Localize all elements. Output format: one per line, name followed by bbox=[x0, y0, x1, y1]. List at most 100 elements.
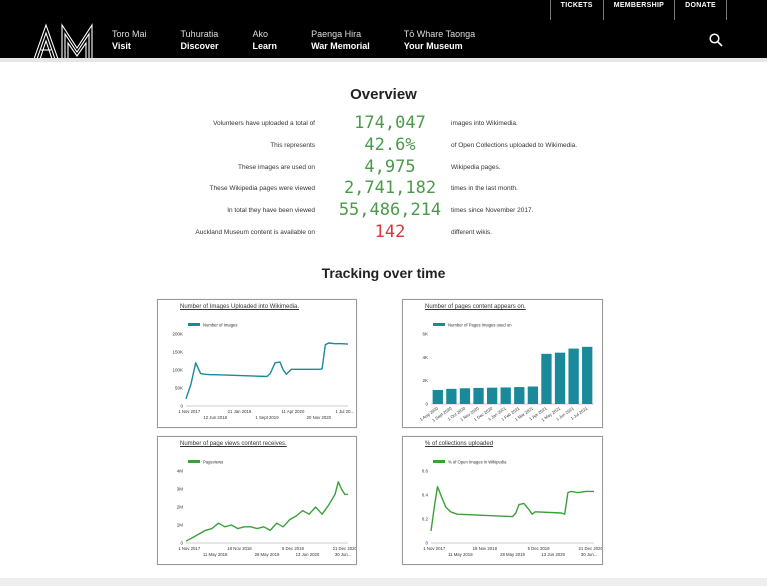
y-tick-label: 1M bbox=[177, 523, 184, 528]
stat-value: 4,975 bbox=[364, 157, 416, 177]
page-footer-strip bbox=[0, 578, 767, 586]
chart-svg: % of Open Images in Wikipedia 0 0.2 0.4 0.6 1… bbox=[422, 460, 602, 558]
legend-label: Pageviews bbox=[203, 460, 223, 465]
y-tick-label: 150K bbox=[172, 350, 183, 355]
y-tick-label: 0 bbox=[180, 541, 183, 546]
bar bbox=[459, 388, 471, 404]
nav-maori-label: Toro Mai bbox=[112, 29, 147, 39]
nav-item-your-museum[interactable]: Tō Whare Taonga Your Museum bbox=[404, 29, 475, 52]
bar bbox=[500, 387, 511, 404]
y-tick-label: 0 bbox=[180, 404, 183, 409]
stat-row: In total they have been viewed 55,486,214… bbox=[0, 200, 767, 220]
legend-label: Number of Images bbox=[203, 323, 237, 328]
stat-suffix: times in the last month. bbox=[451, 185, 518, 192]
stat-suffix: Wikipedia pages. bbox=[451, 164, 501, 171]
y-tick-label: 0.2 bbox=[422, 517, 429, 522]
stat-label: In total they have been viewed bbox=[227, 207, 315, 214]
x-tick-label: 13 Jun 2020 bbox=[541, 552, 565, 557]
x-tick-label: 1 Sept 2019 bbox=[255, 415, 279, 420]
bar bbox=[554, 352, 566, 404]
y-tick-label: 100K bbox=[172, 368, 183, 373]
stat-label: These Wikipedia pages were viewed bbox=[209, 185, 316, 192]
chart-card-pages-content: Number of pages content appears on. Numb… bbox=[402, 299, 603, 428]
y-tick-label: 6K bbox=[422, 332, 428, 337]
chart-card-page-views: Number of page views content receives. P… bbox=[157, 436, 357, 565]
stat-label: Auckland Museum content is available on bbox=[195, 229, 315, 236]
stat-value: 42.6% bbox=[364, 135, 416, 155]
stat-label: Volunteers have uploaded a total of bbox=[213, 120, 315, 127]
x-tick-label: 20 Nov 2020 bbox=[307, 415, 332, 420]
x-tick-label: 28 May 2019 bbox=[500, 552, 525, 557]
legend-swatch bbox=[188, 323, 200, 326]
stat-row: Volunteers have uploaded a total of 174,0… bbox=[0, 113, 767, 133]
x-tick-label: 28 May 2019 bbox=[255, 552, 280, 557]
y-tick-label: 2M bbox=[177, 505, 184, 510]
stat-label: These images are used on bbox=[238, 164, 315, 171]
x-tick-label: 5 Dec 2019 bbox=[282, 546, 305, 551]
nav-item-learn[interactable]: Ako Learn bbox=[253, 29, 278, 52]
legend-label: % of Open Images in Wikipedia bbox=[448, 460, 507, 465]
membership-link[interactable]: MEMBERSHIP bbox=[602, 0, 674, 20]
bar bbox=[514, 387, 525, 404]
legend-swatch bbox=[433, 460, 445, 463]
tracking-title: Tracking over time bbox=[321, 265, 446, 281]
y-tick-label: 200K bbox=[172, 332, 183, 337]
x-tick-label: 30 Jun... bbox=[581, 552, 597, 557]
nav-english-label: Your Museum bbox=[403, 41, 463, 51]
x-tick-label: 18 Nov 2018 bbox=[227, 546, 252, 551]
x-tick-label: 21 Dec 2020 bbox=[579, 546, 602, 551]
bar bbox=[432, 390, 443, 404]
legend-swatch bbox=[433, 323, 445, 326]
chart-svg: Pageviews 0 1M 2M 3M 4M 1 Nov 2017 18 Nov 2018 5… bbox=[177, 460, 356, 558]
search-icon[interactable] bbox=[709, 33, 723, 47]
site-header: TICKETS MEMBERSHIP DONATE Toro Mai Visit… bbox=[0, 0, 767, 60]
x-tick-label: 18 Nov 2018 bbox=[473, 546, 498, 551]
stat-label: This represents bbox=[270, 142, 315, 149]
stat-row: This represents 42.6% of Open Collections … bbox=[0, 135, 767, 155]
x-tick-label: 11 May 2018 bbox=[203, 552, 228, 557]
x-tick-label: 12 Jun 2018 bbox=[203, 415, 227, 420]
main-nav: Toro Mai Visit Tuhuratia Discover Ako Le… bbox=[112, 29, 509, 52]
nav-maori-label: Paenga Hira bbox=[311, 29, 362, 39]
x-tick-label: 13 Jun 2020 bbox=[296, 552, 320, 557]
legend-swatch bbox=[188, 460, 200, 463]
x-tick-label: 21 Dec 2020 bbox=[333, 546, 356, 551]
stat-value: 142 bbox=[374, 222, 406, 242]
x-tick-label: 1 Nov 2017 bbox=[178, 546, 201, 551]
y-tick-label: 0 bbox=[425, 541, 428, 546]
stat-value: 2,741,182 bbox=[343, 178, 437, 198]
y-tick-label: 50K bbox=[175, 386, 183, 391]
bar bbox=[446, 388, 457, 404]
x-tick-label: 1 Nov 2017 bbox=[178, 409, 201, 414]
header-divider bbox=[0, 58, 767, 62]
x-tick-label: 11 Apr 2020 bbox=[281, 409, 304, 414]
bar bbox=[527, 386, 539, 404]
stat-row: These images are used on 4,975 Wikipedia p… bbox=[0, 157, 767, 177]
bar bbox=[568, 348, 579, 404]
series-line bbox=[430, 485, 594, 532]
nav-item-war-memorial[interactable]: Paenga Hira War Memorial bbox=[311, 29, 370, 52]
stat-suffix: images into Wikimedia. bbox=[451, 120, 518, 127]
x-tick-label: 5 Dec 2019 bbox=[528, 546, 551, 551]
nav-english-label: Visit bbox=[112, 41, 131, 51]
nav-english-label: Discover bbox=[180, 41, 219, 51]
stat-suffix: times since November 2017. bbox=[451, 207, 534, 214]
top-links: TICKETS MEMBERSHIP DONATE bbox=[549, 0, 727, 20]
nav-item-discover[interactable]: Tuhuratia Discover bbox=[181, 29, 219, 52]
museum-logo[interactable] bbox=[33, 22, 95, 60]
stat-row: Auckland Museum content is available on 1… bbox=[0, 222, 767, 242]
nav-english-label: Learn bbox=[252, 41, 278, 51]
donate-link[interactable]: DONATE bbox=[674, 0, 727, 20]
stat-value: 55,486,214 bbox=[338, 200, 442, 220]
y-tick-label: 3M bbox=[177, 487, 184, 492]
y-tick-label: 0.4 bbox=[422, 493, 429, 498]
y-tick-label: 4K bbox=[422, 355, 428, 360]
x-tick-label: 11 May 2018 bbox=[448, 552, 473, 557]
nav-maori-label: Tuhuratia bbox=[180, 29, 219, 39]
y-tick-label: 2K bbox=[422, 378, 428, 383]
y-tick-label: 4M bbox=[177, 469, 184, 474]
nav-item-visit[interactable]: Toro Mai Visit bbox=[112, 29, 147, 52]
bar bbox=[486, 387, 498, 404]
tickets-link[interactable]: TICKETS bbox=[549, 0, 603, 20]
x-tick-label: 30 Jun... bbox=[335, 552, 351, 557]
